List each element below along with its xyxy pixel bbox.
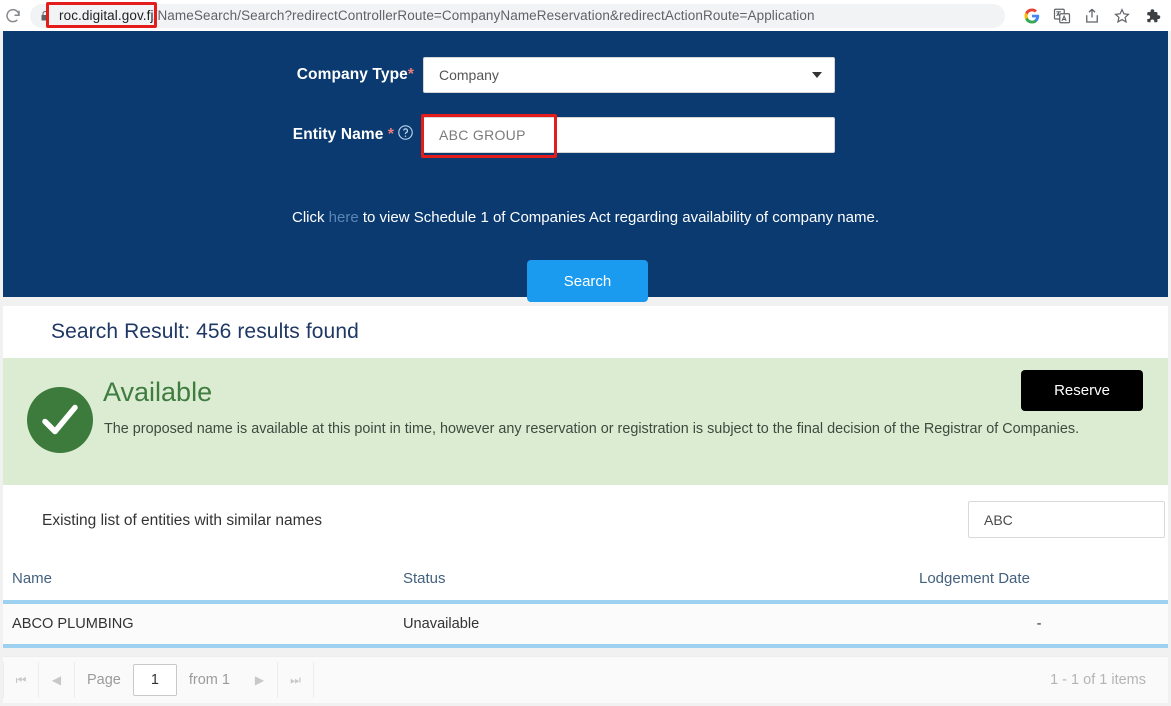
question-circle-icon[interactable] [397,125,414,145]
address-bar-text: roc.digital.gov.fj/NameSearch/Search?red… [59,8,815,23]
entity-name-row: Entity Name * ABC GROUP [275,114,835,158]
company-type-select[interactable]: Company [423,57,835,93]
column-header-name[interactable]: Name [3,570,403,587]
page-number-input[interactable]: 1 [132,664,177,696]
company-type-required-marker: * [407,66,414,83]
schedule-hint-before: Click [292,209,329,226]
last-page-button[interactable]: ⏭ [278,662,314,698]
lock-icon [39,9,51,23]
pagination-bar: ⏮ ◀ Page 1 from 1 ▶ ⏭ 1 - 1 of 1 items [3,656,1168,703]
column-header-status[interactable]: Status [403,570,919,587]
page-label: Page [87,672,121,688]
translate-icon[interactable] [1053,7,1071,25]
company-type-row: Company Type* Company [275,57,835,93]
similar-list-filter-value: ABC [984,511,1013,528]
bookmark-star-icon[interactable] [1113,7,1131,25]
table-row[interactable]: ABCO PLUMBING Unavailable - [3,604,1168,648]
previous-page-button[interactable]: ◀ [39,662,75,698]
chevron-down-icon [812,72,822,78]
browser-toolbar-left: roc.digital.gov.fj/NameSearch/Search?red… [0,3,1005,28]
company-type-label-text: Company Type [296,66,408,83]
first-page-button[interactable]: ⏮ [3,662,39,698]
next-page-button[interactable]: ▶ [242,662,278,698]
schedule-link[interactable]: here [329,209,359,226]
availability-message: The proposed name is available at this p… [104,421,1080,437]
schedule-hint: Click here to view Schedule 1 of Compani… [3,209,1168,226]
availability-status: Available [103,377,213,407]
availability-band: Available The proposed name is available… [3,358,1168,485]
page-root: roc.digital.gov.fj/NameSearch/Search?red… [0,0,1171,706]
table-header-row: Name Status Lodgement Date [3,556,1168,604]
url-path: /NameSearch/Search?redirectControllerRou… [153,8,815,23]
company-type-value: Company [439,67,499,83]
reserve-button[interactable]: Reserve [1021,370,1143,411]
schedule-hint-after: to view Schedule 1 of Companies Act rega… [358,209,879,226]
entity-name-label-text: Entity Name [292,126,384,144]
cell-lodgement-date: - [1036,616,1042,632]
cell-status: Unavailable [403,616,480,632]
search-panel: Company Type* Company Entity Name * ABC … [3,31,1168,302]
company-type-label: Company Type* [275,66,423,84]
extensions-puzzle-icon[interactable] [1143,7,1161,25]
column-header-lodgement-date[interactable]: Lodgement Date [919,570,1159,587]
share-icon[interactable] [1083,7,1101,25]
entity-name-value: ABC GROUP [439,127,526,143]
address-bar[interactable]: roc.digital.gov.fj/NameSearch/Search?red… [30,3,1005,28]
google-icon[interactable] [1023,7,1041,25]
entity-name-label: Entity Name * [275,124,423,146]
check-circle-icon [27,387,93,453]
pagination-summary: 1 - 1 of 1 items [1050,672,1146,688]
browser-toolbar: roc.digital.gov.fj/NameSearch/Search?red… [0,0,1171,31]
search-button[interactable]: Search [527,260,648,302]
similar-entities-table: Name Status Lodgement Date ABCO PLUMBING… [3,556,1168,648]
similar-list-bar: Existing list of entities with similar n… [3,485,1168,556]
entity-name-required-marker: * [387,126,394,144]
cell-name: ABCO PLUMBING [12,616,134,632]
page-total-label: from 1 [188,672,230,688]
browser-toolbar-right [1023,0,1169,31]
search-result-header: Search Result: 456 results found [3,306,1168,358]
entity-name-input[interactable]: ABC GROUP [421,114,835,158]
similar-list-filter-input[interactable]: ABC [968,501,1165,538]
reload-icon[interactable] [4,7,22,25]
similar-list-caption: Existing list of entities with similar n… [42,511,322,529]
url-host: roc.digital.gov.fj [59,8,154,23]
search-result-heading: Search Result: 456 results found [51,320,359,343]
